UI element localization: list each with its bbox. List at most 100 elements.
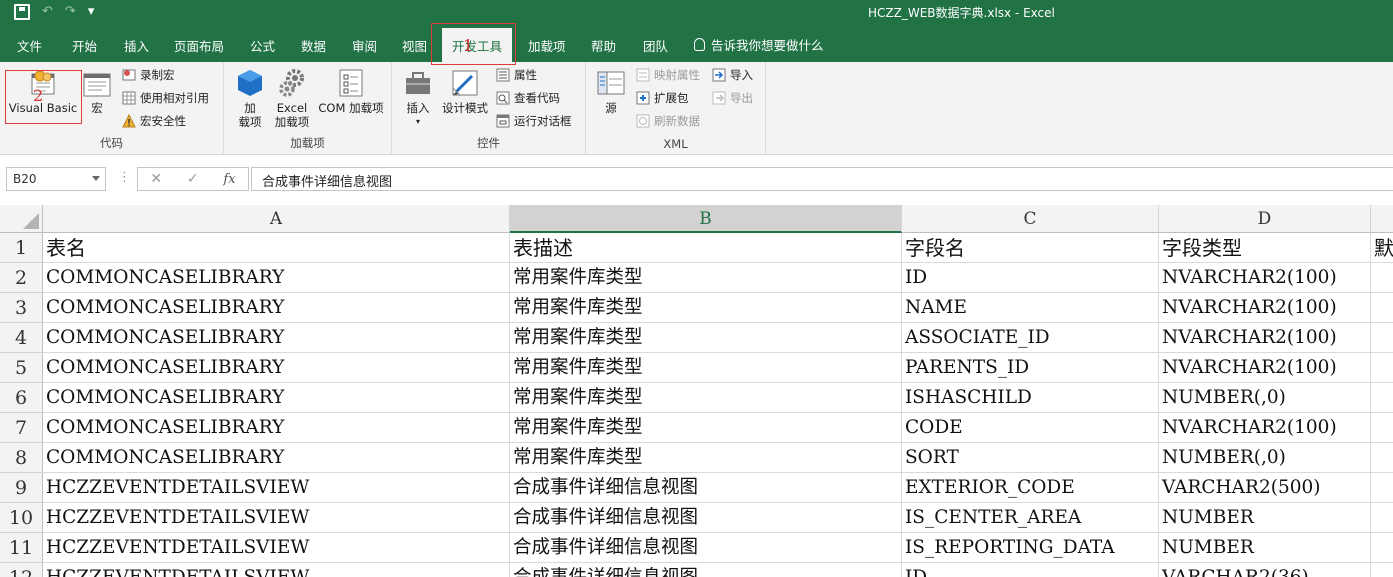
tab-team[interactable]: 团队 bbox=[643, 36, 668, 55]
table-cell[interactable] bbox=[1371, 563, 1393, 577]
properties-button[interactable]: 属性 bbox=[496, 66, 537, 84]
row-header[interactable]: 2 bbox=[0, 263, 43, 293]
row-header[interactable]: 4 bbox=[0, 323, 43, 353]
undo-icon[interactable]: ↶ bbox=[42, 3, 53, 21]
row-header[interactable]: 11 bbox=[0, 533, 43, 563]
table-cell[interactable] bbox=[1371, 263, 1393, 293]
xml-source-button[interactable]: 源 bbox=[594, 68, 628, 115]
cancel-icon[interactable]: ✕ bbox=[150, 171, 162, 187]
row-header[interactable]: 5 bbox=[0, 353, 43, 383]
column-header-a[interactable]: A bbox=[43, 205, 510, 233]
table-cell[interactable] bbox=[1371, 323, 1393, 353]
table-cell[interactable]: COMMONCASELIBRARY bbox=[43, 383, 510, 413]
table-cell[interactable]: ISHASCHILD bbox=[902, 383, 1159, 413]
row-header[interactable]: 7 bbox=[0, 413, 43, 443]
table-cell[interactable] bbox=[1371, 473, 1393, 503]
tell-me-box[interactable]: 告诉我你想要做什么 bbox=[694, 35, 824, 54]
row-header[interactable]: 10 bbox=[0, 503, 43, 533]
record-macro-button[interactable]: 录制宏 bbox=[122, 66, 175, 84]
row-header[interactable]: 1 bbox=[0, 233, 43, 263]
column-header-e[interactable] bbox=[1371, 205, 1393, 233]
macro-security-button[interactable]: 宏安全性 bbox=[122, 112, 186, 130]
table-cell[interactable]: COMMONCASELIBRARY bbox=[43, 413, 510, 443]
tab-review[interactable]: 审阅 bbox=[352, 36, 377, 55]
row-header[interactable]: 9 bbox=[0, 473, 43, 503]
table-cell[interactable]: ASSOCIATE_ID bbox=[902, 323, 1159, 353]
row-header[interactable]: 8 bbox=[0, 443, 43, 473]
table-cell[interactable]: 合成事件详细信息视图 bbox=[510, 533, 902, 563]
column-header-c[interactable]: C bbox=[902, 205, 1159, 233]
refresh-data-button[interactable]: 刷新数据 bbox=[636, 112, 700, 130]
redo-icon[interactable]: ↷ bbox=[65, 3, 76, 21]
tab-developer[interactable]: 开发工具 bbox=[442, 28, 513, 62]
tab-formulas[interactable]: 公式 bbox=[250, 36, 275, 55]
table-cell[interactable]: COMMONCASELIBRARY bbox=[43, 263, 510, 293]
table-cell[interactable] bbox=[1371, 383, 1393, 413]
table-cell[interactable]: COMMONCASELIBRARY bbox=[43, 353, 510, 383]
table-cell[interactable]: 常用案件库类型 bbox=[510, 353, 902, 383]
macros-button[interactable]: 宏 bbox=[82, 68, 112, 115]
customize-qat-icon[interactable]: ▾ bbox=[88, 3, 95, 21]
table-cell[interactable]: 合成事件详细信息视图 bbox=[510, 503, 902, 533]
table-cell[interactable]: NVARCHAR2(100) bbox=[1159, 263, 1371, 293]
tab-view[interactable]: 视图 bbox=[402, 36, 427, 55]
formula-bar-splitter[interactable]: ⋮ bbox=[118, 170, 131, 185]
table-cell[interactable]: 合成事件详细信息视图 bbox=[510, 473, 902, 503]
table-cell[interactable]: CODE bbox=[902, 413, 1159, 443]
xml-import-button[interactable]: 导入 bbox=[712, 66, 753, 84]
table-cell[interactable]: 默 bbox=[1371, 233, 1393, 263]
table-cell[interactable]: SORT bbox=[902, 443, 1159, 473]
table-cell[interactable] bbox=[1371, 503, 1393, 533]
row-header[interactable]: 6 bbox=[0, 383, 43, 413]
table-cell[interactable]: VARCHAR2(500) bbox=[1159, 473, 1371, 503]
table-cell[interactable] bbox=[1371, 443, 1393, 473]
insert-control-button[interactable]: 插入 ▾ bbox=[400, 68, 436, 129]
addins-button[interactable]: 加 载项 bbox=[232, 68, 268, 129]
table-cell[interactable]: HCZZEVENTDETAILSVIEW bbox=[43, 503, 510, 533]
expansion-packs-button[interactable]: 扩展包 bbox=[636, 89, 689, 107]
table-cell[interactable]: NUMBER bbox=[1159, 503, 1371, 533]
table-cell[interactable]: NVARCHAR2(100) bbox=[1159, 413, 1371, 443]
table-cell[interactable]: 合成事件详细信息视图 bbox=[510, 563, 902, 577]
use-relative-references-button[interactable]: 使用相对引用 bbox=[122, 89, 209, 107]
table-cell[interactable]: NVARCHAR2(100) bbox=[1159, 293, 1371, 323]
tab-home[interactable]: 开始 bbox=[72, 36, 97, 55]
table-cell[interactable]: 常用案件库类型 bbox=[510, 383, 902, 413]
table-cell[interactable]: HCZZEVENTDETAILSVIEW bbox=[43, 563, 510, 577]
table-cell[interactable] bbox=[1371, 533, 1393, 563]
table-cell[interactable]: HCZZEVENTDETAILSVIEW bbox=[43, 533, 510, 563]
com-addins-button[interactable]: COM 加载项 bbox=[314, 68, 388, 115]
xml-export-button[interactable]: 导出 bbox=[712, 89, 753, 107]
table-cell[interactable]: 常用案件库类型 bbox=[510, 443, 902, 473]
tab-file[interactable]: 文件 bbox=[17, 36, 42, 55]
column-header-d[interactable]: D bbox=[1159, 205, 1371, 233]
enter-icon[interactable]: ✓ bbox=[187, 171, 199, 187]
table-cell[interactable]: NAME bbox=[902, 293, 1159, 323]
table-cell[interactable]: NUMBER(,0) bbox=[1159, 383, 1371, 413]
design-mode-button[interactable]: 设计模式 bbox=[440, 68, 490, 115]
table-cell[interactable]: 表描述 bbox=[510, 233, 902, 263]
table-cell[interactable]: PARENTS_ID bbox=[902, 353, 1159, 383]
table-cell[interactable]: VARCHAR2(36) bbox=[1159, 563, 1371, 577]
table-cell[interactable]: IS_CENTER_AREA bbox=[902, 503, 1159, 533]
table-cell[interactable]: NVARCHAR2(100) bbox=[1159, 353, 1371, 383]
column-header-b[interactable]: B bbox=[510, 205, 902, 233]
table-cell[interactable]: HCZZEVENTDETAILSVIEW bbox=[43, 473, 510, 503]
table-cell[interactable]: IS_REPORTING_DATA bbox=[902, 533, 1159, 563]
table-cell[interactable]: 字段名 bbox=[902, 233, 1159, 263]
table-cell[interactable] bbox=[1371, 413, 1393, 443]
table-cell[interactable]: NUMBER bbox=[1159, 533, 1371, 563]
table-cell[interactable]: 常用案件库类型 bbox=[510, 323, 902, 353]
table-cell[interactable]: 常用案件库类型 bbox=[510, 263, 902, 293]
map-properties-button[interactable]: 映射属性 bbox=[636, 66, 700, 84]
formula-input[interactable]: 合成事件详细信息视图 bbox=[251, 167, 1393, 191]
chevron-down-icon[interactable] bbox=[92, 176, 100, 181]
excel-addins-button[interactable]: Excel 加载项 bbox=[272, 68, 312, 129]
table-cell[interactable]: NVARCHAR2(100) bbox=[1159, 323, 1371, 353]
table-cell[interactable]: 常用案件库类型 bbox=[510, 293, 902, 323]
table-cell[interactable]: ID bbox=[902, 563, 1159, 577]
tab-addins[interactable]: 加载项 bbox=[528, 36, 566, 55]
table-cell[interactable]: 字段类型 bbox=[1159, 233, 1371, 263]
save-icon[interactable] bbox=[14, 4, 30, 20]
tab-page-layout[interactable]: 页面布局 bbox=[174, 36, 224, 55]
